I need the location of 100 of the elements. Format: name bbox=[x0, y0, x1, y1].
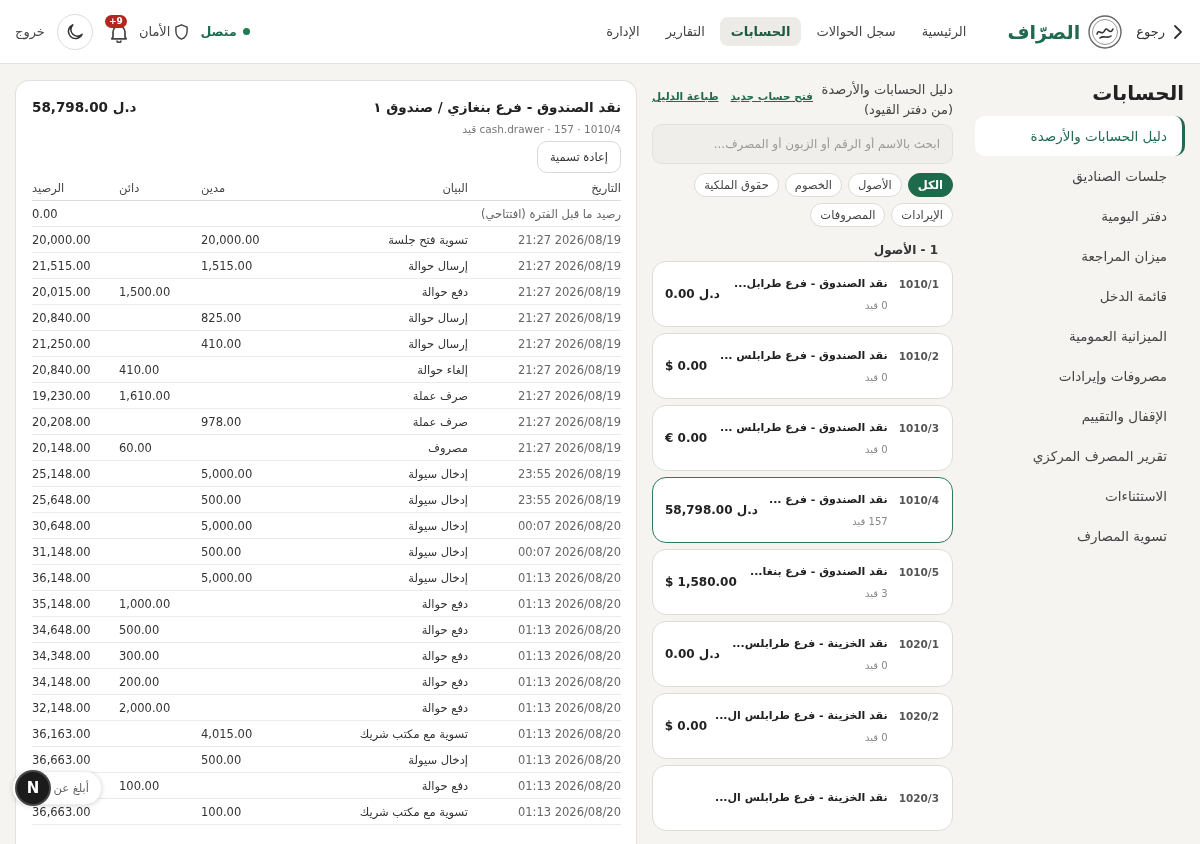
sidebar-item[interactable]: ميزان المراجعة bbox=[975, 236, 1185, 276]
filter-chip[interactable]: الكل bbox=[907, 173, 953, 197]
sidebar-item[interactable]: الميزانية العمومية bbox=[975, 316, 1185, 356]
sidebar-item[interactable]: دفتر اليومية bbox=[975, 196, 1185, 236]
sidebar-item[interactable]: الإقفال والتقييم bbox=[975, 396, 1185, 436]
description-cell-text: دفع حوالة bbox=[421, 778, 469, 793]
nav-tab[interactable]: الإدارة bbox=[595, 17, 651, 46]
account-code: 1010/4 bbox=[898, 493, 939, 508]
balance-cell: 25,148.00 bbox=[32, 466, 91, 481]
account-code: 1020/3 bbox=[898, 791, 939, 806]
sidebar-item[interactable]: جلسات الصناديق bbox=[975, 156, 1185, 196]
description-cell-text: تسوية فتح جلسة bbox=[388, 232, 469, 247]
balance-cell: 20,015.00 bbox=[32, 284, 91, 299]
date-cell: 2026/08/20 01:13 bbox=[517, 700, 621, 715]
nav-tab[interactable]: الحسابات bbox=[719, 17, 802, 46]
credit-cell: 500.00 bbox=[119, 622, 160, 637]
brand-name: الصرّاف bbox=[1007, 20, 1081, 43]
balance-cell: 20,208.00 bbox=[32, 414, 91, 429]
debit-cell: 825.00 bbox=[201, 310, 242, 325]
account-balance: € 0.00 bbox=[665, 431, 708, 445]
sidebar-item[interactable]: مصروفات وإيرادات bbox=[975, 356, 1185, 396]
description-cell-text: إدخال سيولة bbox=[408, 752, 469, 767]
credit-cell: 410.00 bbox=[119, 362, 160, 377]
chart-title: دليل الحسابات والأرصدة bbox=[821, 80, 953, 100]
debit-cell: 500.00 bbox=[201, 752, 242, 767]
date-cell: 2026/08/19 21:27 bbox=[517, 310, 621, 325]
new-account-link[interactable]: فتح حساب جديد bbox=[730, 90, 813, 102]
balance-cell: 20,000.00 bbox=[32, 232, 91, 247]
shield-icon bbox=[175, 23, 189, 40]
credit-cell: 100.00 bbox=[119, 778, 160, 793]
description-cell-text: دفع حوالة bbox=[421, 674, 469, 689]
sidebar-item[interactable]: تقرير المصرف المركزي bbox=[975, 436, 1185, 476]
date-cell: 2026/08/19 21:27 bbox=[517, 284, 621, 299]
account-balance-total: 58,798.00 د.ل bbox=[32, 98, 137, 117]
filter-chip[interactable]: حقوق الملكية bbox=[694, 173, 779, 197]
filter-chip[interactable]: الخصوم bbox=[784, 173, 842, 197]
description-cell-text: إدخال سيولة bbox=[408, 570, 469, 585]
entry-count: 0 قيد bbox=[865, 731, 888, 744]
credit-cell: 2,000.00 bbox=[119, 700, 171, 715]
debit-cell: 4,015.00 bbox=[201, 726, 253, 741]
debit-cell: 500.00 bbox=[201, 544, 242, 559]
sidebar-item[interactable]: الاستثناءات bbox=[975, 476, 1185, 516]
filter-chip[interactable]: المصروفات bbox=[810, 203, 886, 227]
date-cell: 2026/08/19 21:27 bbox=[517, 414, 621, 429]
debit-cell: 5,000.00 bbox=[201, 518, 253, 533]
group-label: 1 - الأصول bbox=[872, 243, 939, 258]
description-cell-text: مصروف bbox=[428, 440, 469, 455]
account-name: نقد الصندوق - فرع ... bbox=[769, 492, 888, 508]
moon-icon bbox=[66, 23, 83, 40]
balance-cell: 20,840.00 bbox=[32, 362, 91, 377]
account-name: نقد الخزينة - فرع طرابلس ال... bbox=[715, 790, 888, 806]
theme-toggle-button[interactable] bbox=[56, 13, 93, 50]
description-cell-text: إدخال سيولة bbox=[408, 492, 469, 507]
notifications-button[interactable]: +9 bbox=[104, 14, 127, 43]
debit-cell: 5,000.00 bbox=[201, 466, 253, 481]
account-name: نقد الخزينة - فرع طرابلس... bbox=[732, 636, 888, 652]
account-balance: 0.00 د.ل bbox=[665, 287, 720, 301]
back-link[interactable]: رجوع bbox=[1136, 24, 1182, 39]
account-code: 1020/1 bbox=[898, 637, 939, 652]
date-cell: 2026/08/19 21:27 bbox=[517, 232, 621, 247]
account-balance: 58,798.00 د.ل bbox=[665, 503, 758, 517]
description-cell-text: دفع حوالة bbox=[421, 596, 469, 611]
date-cell: 2026/08/19 21:27 bbox=[517, 362, 621, 377]
description-cell-text: إدخال سيولة bbox=[408, 544, 469, 559]
nav-tab[interactable]: الرئيسية bbox=[910, 17, 978, 46]
date-cell: 2026/08/19 21:27 bbox=[517, 258, 621, 273]
account-code: 1010/2 bbox=[898, 349, 939, 364]
sidebar-item[interactable]: دليل الحسابات والأرصدة bbox=[975, 116, 1185, 156]
logout-button[interactable]: خروج bbox=[15, 24, 45, 39]
balance-cell: 21,250.00 bbox=[32, 336, 91, 351]
credit-cell: 1,500.00 bbox=[119, 284, 171, 299]
column-header: الرصيد bbox=[32, 181, 65, 195]
account-name: نقد الصندوق - فرع طرابلس ... bbox=[720, 420, 888, 436]
notification-badge: +9 bbox=[104, 14, 127, 28]
account-code: 1010/5 bbox=[898, 565, 939, 580]
entry-count: 0 قيد bbox=[865, 443, 888, 456]
description-cell-text: إرسال حوالة bbox=[408, 310, 469, 325]
credit-cell: 1,610.00 bbox=[119, 388, 171, 403]
balance-cell: 32,148.00 bbox=[32, 700, 91, 715]
sidebar-item[interactable]: تسوية المصارف bbox=[975, 516, 1185, 556]
balance-cell: 36,163.00 bbox=[32, 726, 91, 741]
filter-chip[interactable]: الأصول bbox=[847, 173, 902, 197]
nav-tab[interactable]: سجل الحوالات bbox=[805, 17, 907, 46]
entry-count: 157 قيد bbox=[852, 515, 888, 528]
nav-tab[interactable]: التقارير bbox=[654, 17, 716, 46]
balance-cell: 36,663.00 bbox=[32, 752, 91, 767]
account-balance: $ 0.00 bbox=[664, 719, 707, 733]
security-button[interactable]: الأمان bbox=[138, 23, 189, 40]
date-cell: 2026/08/20 01:13 bbox=[517, 648, 621, 663]
balance-cell: 20,148.00 bbox=[32, 440, 91, 455]
rename-button[interactable]: إعادة تسمية bbox=[536, 141, 621, 173]
column-header: دائن bbox=[119, 181, 140, 195]
date-cell: 2026/08/20 00:07 bbox=[517, 518, 621, 533]
column-header: مدين bbox=[201, 181, 226, 195]
filter-chip[interactable]: الإيرادات bbox=[891, 203, 953, 227]
credit-cell: 200.00 bbox=[119, 674, 160, 689]
chevron-right-icon bbox=[1174, 24, 1182, 39]
sidebar-item[interactable]: قائمة الدخل bbox=[975, 276, 1185, 316]
print-link[interactable]: طباعة الدليل bbox=[652, 90, 719, 102]
dev-tools-button[interactable]: N bbox=[17, 772, 49, 804]
